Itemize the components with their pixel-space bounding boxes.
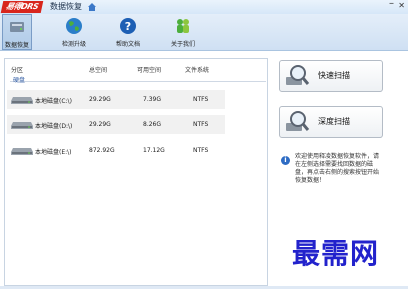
info-icon: i xyxy=(281,156,290,165)
deep-scan-button[interactable]: 深度扫描 xyxy=(279,106,383,138)
app-logo: 易得DRS xyxy=(0,1,44,13)
users-icon xyxy=(177,19,189,33)
tab-label: 帮助文档 xyxy=(115,41,140,48)
tab-about-us[interactable]: 关于我们 xyxy=(166,14,200,50)
table-row[interactable]: 本地磁盘(D:\) 29.29G 8.26G NTFS xyxy=(7,115,225,134)
toolbar: 数据恢复 检测升级 ? 帮助文档 关于我们 xyxy=(0,14,408,51)
magnifier-icon xyxy=(286,65,310,85)
partition-name: 本地磁盘(D:\) xyxy=(35,123,73,130)
partition-total: 872.92G xyxy=(89,147,115,154)
data-recovery-icon xyxy=(10,22,24,32)
hard-drive-icon xyxy=(11,97,33,104)
column-header-partition: 分区 xyxy=(11,67,24,74)
table-row[interactable]: 本地磁盘(E:\) 872.92G 17.12G NTFS xyxy=(7,141,225,160)
partition-filesystem: NTFS xyxy=(193,96,209,103)
info-message: 欢迎使用释凌数据恢复软件，请在左侧选择需要找回数据的磁盘，再点击右侧的搜索按钮开… xyxy=(295,153,380,184)
partition-total: 29.29G xyxy=(89,121,111,128)
watermark: 最需网 xyxy=(292,237,380,270)
deep-scan-label: 深度扫描 xyxy=(318,117,350,126)
partition-free: 7.39G xyxy=(143,96,162,103)
quick-scan-label: 快速扫描 xyxy=(318,71,350,80)
column-header-filesystem: 文件系统 xyxy=(185,67,210,74)
close-button[interactable]: ✕ xyxy=(398,1,405,10)
globe-icon xyxy=(66,18,82,34)
help-icon: ? xyxy=(120,18,136,34)
hard-drive-icon xyxy=(11,148,33,155)
partition-free: 8.26G xyxy=(143,121,162,128)
title-bar: 易得DRS 数据恢复 – ✕ xyxy=(0,0,408,14)
table-row[interactable]: 本地磁盘(C:\) 29.29G 7.39G NTFS xyxy=(7,90,225,109)
hard-drive-icon xyxy=(11,122,33,129)
divider xyxy=(10,81,266,82)
quick-scan-button[interactable]: 快速扫描 xyxy=(279,60,383,92)
partition-name: 本地磁盘(C:\) xyxy=(35,98,72,105)
home-icon[interactable] xyxy=(88,3,96,11)
partition-filesystem: NTFS xyxy=(193,121,209,128)
tab-check-update[interactable]: 检测升级 xyxy=(57,14,91,50)
tab-help-docs[interactable]: ? 帮助文档 xyxy=(111,14,145,50)
partition-panel: 分区 总空间 可用空间 文件系统 硬盘 本地磁盘(C:\) 29.29G 7.3… xyxy=(4,58,268,286)
partition-total: 29.29G xyxy=(89,96,111,103)
app-title: 数据恢复 xyxy=(50,2,82,11)
tab-label: 检测升级 xyxy=(61,41,86,48)
partition-free: 17.12G xyxy=(143,147,165,154)
magnifier-icon xyxy=(286,111,310,131)
group-label-hard-disk: 硬盘 xyxy=(13,77,26,84)
partition-name: 本地磁盘(E:\) xyxy=(35,149,72,156)
tab-label: 关于我们 xyxy=(170,41,195,48)
partition-filesystem: NTFS xyxy=(193,147,209,154)
tab-data-recovery[interactable]: 数据恢复 xyxy=(2,14,32,50)
tab-label: 数据恢复 xyxy=(4,42,29,49)
column-header-total: 总空间 xyxy=(89,67,108,74)
column-header-free: 可用空间 xyxy=(137,67,162,74)
minimize-button[interactable]: – xyxy=(389,0,394,9)
svg-text:?: ? xyxy=(125,20,131,33)
